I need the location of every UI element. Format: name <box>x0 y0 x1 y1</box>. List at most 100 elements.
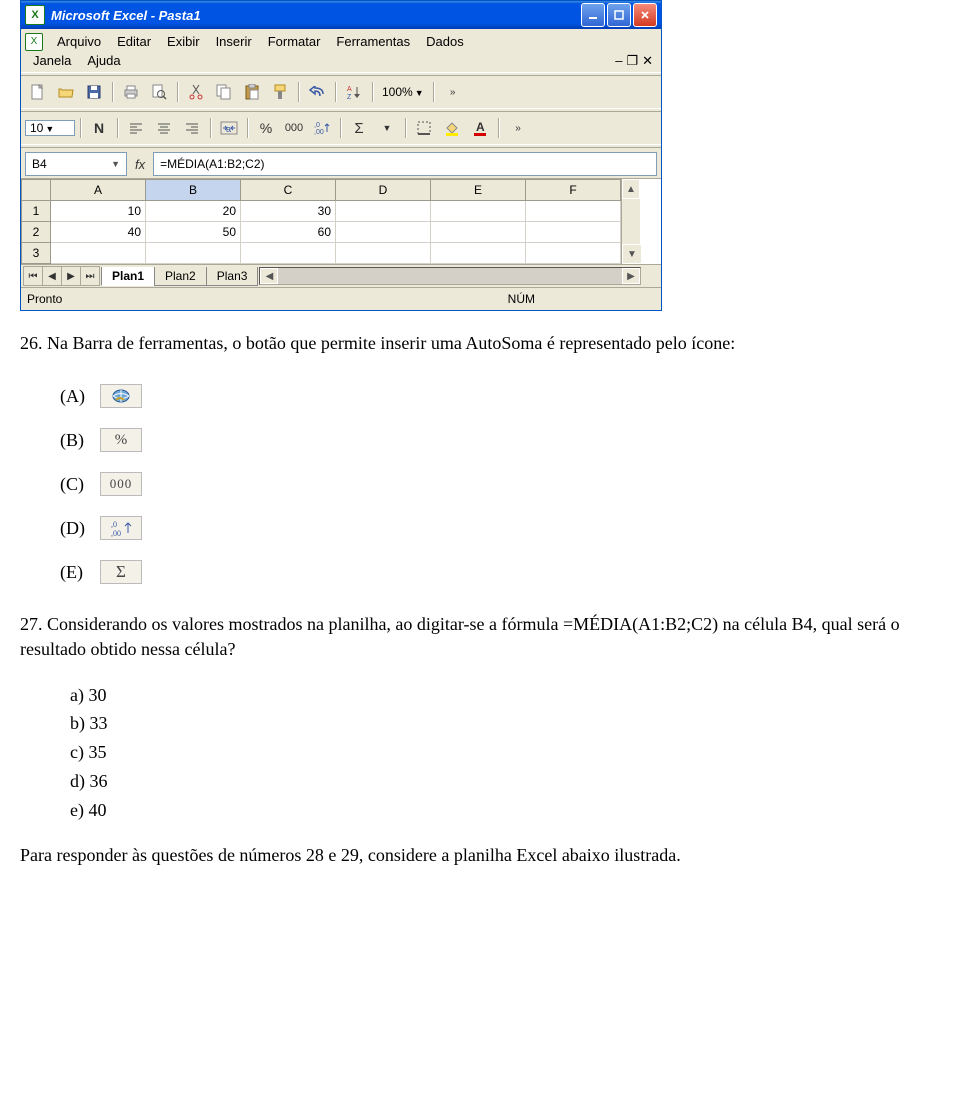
menu-formatar[interactable]: Formatar <box>260 32 329 51</box>
cell[interactable] <box>431 201 526 222</box>
menu-inserir[interactable]: Inserir <box>208 32 260 51</box>
row-header-3[interactable]: 3 <box>22 243 51 264</box>
sort-asc-icon[interactable]: AZ <box>341 80 367 104</box>
copy-icon[interactable] <box>211 80 237 104</box>
cut-icon[interactable] <box>183 80 209 104</box>
tab-last-icon[interactable]: ⏭ <box>80 266 100 286</box>
option-B-percent-icon: % <box>100 428 142 452</box>
paste-icon[interactable] <box>239 80 265 104</box>
print-icon[interactable] <box>118 80 144 104</box>
align-center-icon[interactable] <box>151 116 177 140</box>
col-header-B[interactable]: B <box>146 180 241 201</box>
tab-next-icon[interactable]: ▶ <box>61 266 81 286</box>
doc-minimize-icon[interactable]: – <box>615 53 622 69</box>
percent-icon[interactable]: % <box>253 116 279 140</box>
cell[interactable] <box>336 222 431 243</box>
zoom-combo[interactable]: 100%▼ <box>378 85 428 99</box>
sheet-tab-plan1[interactable]: Plan1 <box>101 267 155 286</box>
cell[interactable] <box>431 243 526 264</box>
menu-editar[interactable]: Editar <box>109 32 159 51</box>
toolbar-overflow-icon[interactable]: » <box>439 80 465 104</box>
cell[interactable] <box>146 243 241 264</box>
tab-first-icon[interactable]: ⏮ <box>23 266 43 286</box>
increase-decimal-icon[interactable]: ,0,00 <box>309 116 335 140</box>
option-letter-C: (C) <box>60 474 100 495</box>
scroll-right-icon[interactable]: ▶ <box>622 268 640 284</box>
cell[interactable] <box>431 222 526 243</box>
cell[interactable] <box>526 222 621 243</box>
formula-input[interactable]: =MÉDIA(A1:B2;C2) <box>153 152 657 176</box>
close-button[interactable] <box>633 3 657 27</box>
footer-instruction: Para responder às questões de números 28… <box>20 843 940 868</box>
fill-color-icon[interactable] <box>439 116 465 140</box>
cell[interactable] <box>241 243 336 264</box>
print-preview-icon[interactable] <box>146 80 172 104</box>
doc-restore-icon[interactable]: ❐ <box>626 53 638 69</box>
align-left-icon[interactable] <box>123 116 149 140</box>
font-color-icon[interactable]: A <box>467 116 493 140</box>
maximize-button[interactable] <box>607 3 631 27</box>
col-header-C[interactable]: C <box>241 180 336 201</box>
status-ready: Pronto <box>27 292 62 306</box>
sheet-tab-plan3[interactable]: Plan3 <box>206 267 259 286</box>
menu-ferramentas[interactable]: Ferramentas <box>328 32 418 51</box>
cell[interactable] <box>526 243 621 264</box>
thousands-icon[interactable]: 000 <box>281 116 307 140</box>
cell[interactable]: 50 <box>146 222 241 243</box>
titlebar: X Microsoft Excel - Pasta1 <box>21 1 661 29</box>
row-header-1[interactable]: 1 <box>22 201 51 222</box>
cell[interactable]: 30 <box>241 201 336 222</box>
col-header-F[interactable]: F <box>526 180 621 201</box>
row-header-2[interactable]: 2 <box>22 222 51 243</box>
align-right-icon[interactable] <box>179 116 205 140</box>
format-toolbar-overflow-icon[interactable]: » <box>504 116 530 140</box>
minimize-button[interactable] <box>581 3 605 27</box>
horizontal-scrollbar[interactable]: ◀ ▶ <box>259 267 641 285</box>
cell[interactable] <box>336 243 431 264</box>
doc-close-icon[interactable]: ✕ <box>642 53 653 69</box>
undo-icon[interactable] <box>304 80 330 104</box>
grid[interactable]: A B C D E F 1 10 20 30 2 40 50 60 <box>21 179 621 264</box>
scroll-left-icon[interactable]: ◀ <box>260 268 278 284</box>
scroll-down-icon[interactable]: ▼ <box>622 244 642 264</box>
menu-janela[interactable]: Janela <box>25 51 79 70</box>
dropdown-arrow-icon[interactable]: ▼ <box>374 116 400 140</box>
sheet-area: A B C D E F 1 10 20 30 2 40 50 60 <box>21 178 661 264</box>
svg-text:A: A <box>476 120 485 134</box>
format-painter-icon[interactable] <box>267 80 293 104</box>
merge-center-icon[interactable]: a <box>216 116 242 140</box>
excel-app-icon: X <box>25 5 45 25</box>
col-header-E[interactable]: E <box>431 180 526 201</box>
bold-button[interactable]: N <box>86 116 112 140</box>
cell[interactable] <box>336 201 431 222</box>
scroll-up-icon[interactable]: ▲ <box>622 179 640 199</box>
menu-exibir[interactable]: Exibir <box>159 32 208 51</box>
menu-ajuda[interactable]: Ajuda <box>79 51 128 70</box>
cell[interactable]: 20 <box>146 201 241 222</box>
save-icon[interactable] <box>81 80 107 104</box>
fx-button[interactable]: fx <box>131 157 149 172</box>
autosum-icon[interactable]: Σ <box>346 116 372 140</box>
open-file-icon[interactable] <box>53 80 79 104</box>
select-all-corner[interactable] <box>22 180 51 201</box>
sheet-tabs-row: ⏮ ◀ ▶ ⏭ Plan1 Plan2 Plan3 ◀ ▶ <box>21 264 661 287</box>
sheet-tab-plan2[interactable]: Plan2 <box>154 267 207 286</box>
menu-arquivo[interactable]: Arquivo <box>49 32 109 51</box>
col-header-D[interactable]: D <box>336 180 431 201</box>
menu-dados[interactable]: Dados <box>418 32 472 51</box>
font-size-combo[interactable]: 10▼ <box>25 120 75 136</box>
cell[interactable]: 10 <box>51 201 146 222</box>
borders-icon[interactable] <box>411 116 437 140</box>
answer-d: d) 36 <box>70 767 940 796</box>
col-header-A[interactable]: A <box>51 180 146 201</box>
name-box[interactable]: B4▼ <box>25 152 127 176</box>
cell[interactable]: 40 <box>51 222 146 243</box>
cell[interactable] <box>51 243 146 264</box>
question-26-text: 26. Na Barra de ferramentas, o botão que… <box>20 331 940 356</box>
cell[interactable] <box>526 201 621 222</box>
cell[interactable]: 60 <box>241 222 336 243</box>
tab-prev-icon[interactable]: ◀ <box>42 266 62 286</box>
vertical-scrollbar[interactable]: ▲ ▼ <box>621 179 640 264</box>
answer-a: a) 30 <box>70 681 940 710</box>
new-file-icon[interactable] <box>25 80 51 104</box>
